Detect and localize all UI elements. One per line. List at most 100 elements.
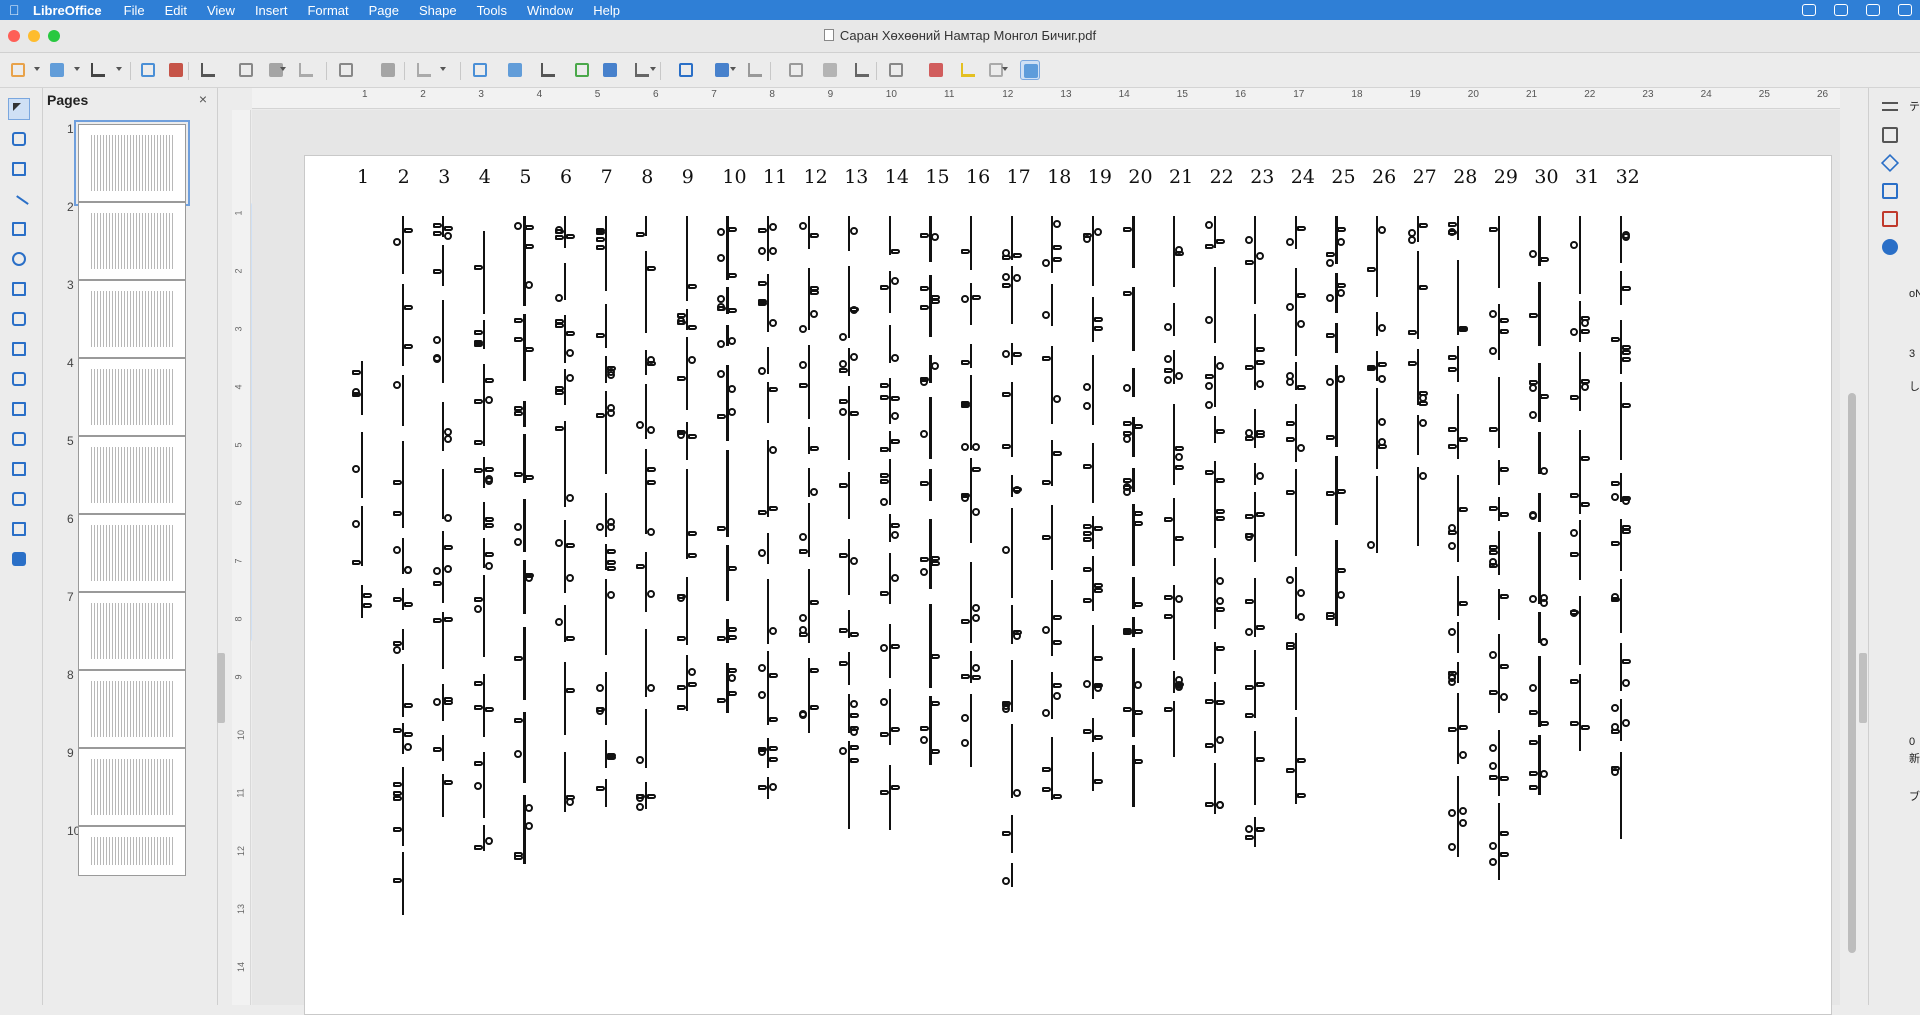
dropdown-caret[interactable] xyxy=(650,67,656,71)
line-icon[interactable] xyxy=(8,188,30,215)
textbox-icon[interactable] xyxy=(600,60,620,80)
points-icon[interactable] xyxy=(926,60,946,80)
vertical-ruler[interactable]: 1 2 3 4 5 6 7 8 9 10 11 12 13 14 xyxy=(232,110,251,1005)
arrow-icon[interactable] xyxy=(8,278,30,300)
new-doc-icon[interactable] xyxy=(8,60,28,80)
symbol-shapes-icon[interactable] xyxy=(8,398,30,420)
export-pdf-icon[interactable] xyxy=(166,60,186,80)
cut-icon[interactable] xyxy=(236,60,256,80)
pen-icon[interactable] xyxy=(1020,60,1040,80)
page-thumbnail[interactable] xyxy=(78,202,186,280)
print-icon[interactable] xyxy=(198,60,218,80)
app-menu[interactable]: LibreOffice xyxy=(33,3,102,18)
fill-color-icon[interactable] xyxy=(8,158,30,180)
dropdown-caret[interactable] xyxy=(74,67,80,71)
menu-insert[interactable]: Insert xyxy=(255,3,288,18)
column-number: 22 xyxy=(1209,166,1234,188)
menu-tools[interactable]: Tools xyxy=(477,3,507,18)
page-thumbnail[interactable] xyxy=(78,358,186,436)
dropdown-caret[interactable] xyxy=(730,67,736,71)
curve-icon[interactable] xyxy=(8,308,30,330)
undo-icon[interactable] xyxy=(378,60,398,80)
undo-icon-glyph xyxy=(381,63,395,77)
siri-icon[interactable] xyxy=(1834,4,1848,16)
block-arrows-icon[interactable] xyxy=(8,428,30,450)
menu-view[interactable]: View xyxy=(207,3,235,18)
dropdown-caret[interactable] xyxy=(440,67,446,71)
line-color-icon[interactable] xyxy=(8,128,30,150)
properties-icon[interactable] xyxy=(1879,124,1901,146)
connector-icon[interactable] xyxy=(8,338,30,360)
script-column xyxy=(1445,216,1471,876)
page-thumbnail[interactable] xyxy=(78,280,186,358)
basic-shapes-icon[interactable] xyxy=(8,368,30,390)
3d-objects-icon[interactable] xyxy=(8,548,30,570)
shadow-icon[interactable] xyxy=(852,60,872,80)
callout-icon[interactable] xyxy=(8,488,30,510)
page-thumbnail[interactable] xyxy=(78,592,186,670)
clone-format-icon[interactable] xyxy=(336,60,356,80)
navigator-icon[interactable] xyxy=(1879,208,1901,230)
transform-icon[interactable] xyxy=(712,60,732,80)
column-number: 23 xyxy=(1250,166,1275,188)
menu-help[interactable]: Help xyxy=(593,3,620,18)
helplines-icon[interactable] xyxy=(505,60,525,80)
ruler-tick-label: 20 xyxy=(1467,89,1479,100)
open-folder-icon[interactable] xyxy=(47,60,67,80)
pdf-page[interactable]: 1 2 3 4 5 6 7 8 9 10 11 12 13 14 15 16 17 18 19 20 21 22 23 24 2… xyxy=(304,155,1832,1015)
crop-icon[interactable] xyxy=(886,60,906,80)
dropdown-caret[interactable] xyxy=(34,67,40,71)
script-column xyxy=(1405,216,1431,566)
arrange-icon[interactable] xyxy=(786,60,806,80)
panel-collapse-handle[interactable] xyxy=(217,653,225,723)
horizontal-ruler[interactable]: 1 2 3 4 5 6 7 8 9 10 11 12 13 14 15 16 17 18 19 20 21 22 23 24 2… xyxy=(252,88,1840,109)
distribute-icon[interactable] xyxy=(820,60,840,80)
gallery-icon[interactable] xyxy=(1879,180,1901,202)
flowchart-icon[interactable] xyxy=(8,458,30,480)
vertical-scrollbar[interactable] xyxy=(1848,393,1856,953)
fontwork-icon[interactable] xyxy=(676,60,696,80)
menu-window[interactable]: Window xyxy=(527,3,573,18)
volume-icon[interactable] xyxy=(1866,4,1880,16)
menu-format[interactable]: Format xyxy=(307,3,348,18)
menu-page[interactable]: Page xyxy=(369,3,399,18)
styles-icon[interactable] xyxy=(1879,152,1901,174)
close-panel-icon[interactable]: × xyxy=(199,91,207,107)
shadow-icon-glyph xyxy=(855,63,869,77)
align-icon[interactable] xyxy=(745,60,765,80)
ruler-tick-label: 7 xyxy=(711,89,717,100)
redo-icon[interactable] xyxy=(414,60,434,80)
toolbar-separator xyxy=(460,62,461,80)
page-thumbnail[interactable] xyxy=(74,120,190,206)
shapes-icon[interactable] xyxy=(1879,236,1901,258)
dropdown-caret[interactable] xyxy=(116,67,122,71)
page-thumbnail[interactable] xyxy=(78,514,186,592)
bluetooth-icon[interactable] xyxy=(1898,4,1912,16)
menu-icon[interactable] xyxy=(1879,96,1901,118)
rectangle-icon[interactable] xyxy=(8,218,30,240)
apple-icon[interactable]:  xyxy=(9,3,23,17)
page-thumbnail[interactable] xyxy=(78,826,186,876)
export-icon[interactable] xyxy=(138,60,158,80)
page-thumbnail[interactable] xyxy=(78,670,186,748)
notification-icon[interactable] xyxy=(1802,4,1816,16)
line-icon-glyph xyxy=(9,195,29,215)
sidebar-collapse-handle[interactable] xyxy=(1859,653,1867,723)
grid-icon[interactable] xyxy=(470,60,490,80)
special-char-icon[interactable] xyxy=(632,60,652,80)
zoom-icon[interactable] xyxy=(538,60,558,80)
paste-icon[interactable] xyxy=(296,60,316,80)
ellipse-icon[interactable] xyxy=(8,248,30,270)
menu-edit[interactable]: Edit xyxy=(165,3,187,18)
save-icon[interactable] xyxy=(88,60,108,80)
dropdown-caret[interactable] xyxy=(1002,67,1008,71)
stars-icon[interactable] xyxy=(8,518,30,540)
select-icon[interactable] xyxy=(8,98,30,120)
page-thumbnail[interactable] xyxy=(78,748,186,826)
glue-icon[interactable] xyxy=(958,60,978,80)
dropdown-caret[interactable] xyxy=(280,67,286,71)
page-thumbnail[interactable] xyxy=(78,436,186,514)
menu-shape[interactable]: Shape xyxy=(419,3,457,18)
image-icon[interactable] xyxy=(572,60,592,80)
menu-file[interactable]: File xyxy=(124,3,145,18)
